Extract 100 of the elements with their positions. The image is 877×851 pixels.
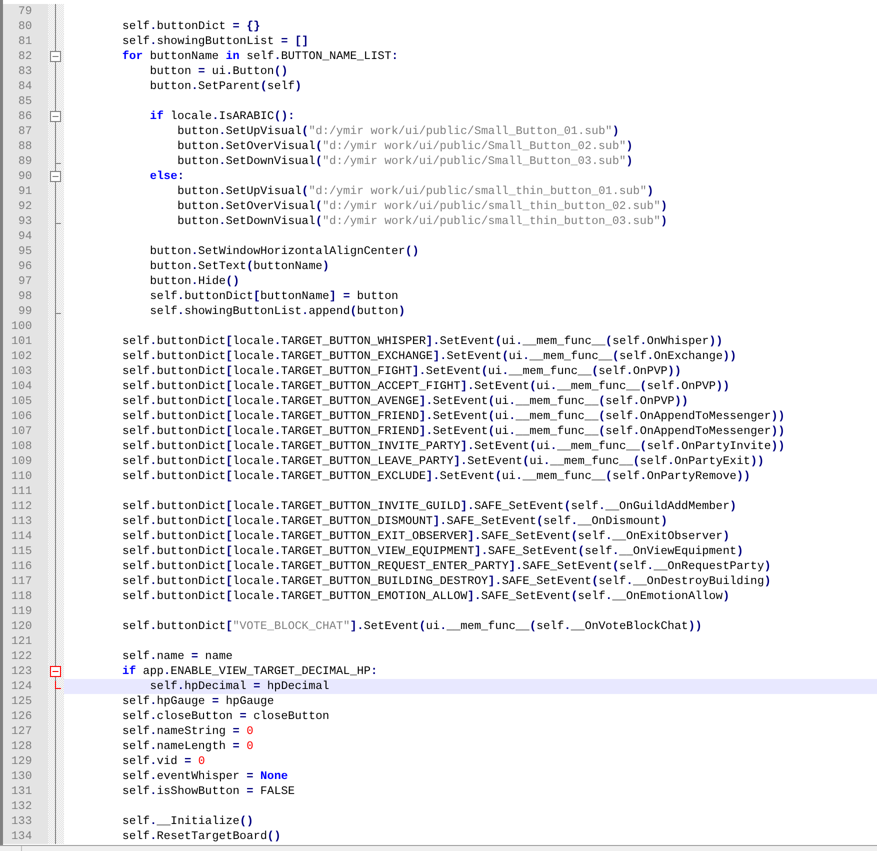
line-number: 103 — [3, 364, 48, 379]
line-number: 105 — [3, 394, 48, 409]
line-number: 91 — [3, 184, 48, 199]
line-number: 84 — [3, 79, 48, 94]
line-number: 134 — [3, 829, 48, 844]
code-line: self.showingButtonList = [] — [121, 34, 310, 49]
fold-margin — [48, 19, 64, 34]
code-line: self.buttonDict[locale.TARGET_BUTTON_EMOTION_ALLOW].SAFE_SetEvent(self.__OnEmotionAllow) — [121, 589, 731, 604]
line-number: 127 — [3, 724, 48, 739]
fold-minus-icon[interactable] — [50, 51, 61, 62]
fold-margin — [48, 469, 64, 484]
fold-margin — [48, 724, 64, 739]
fold-margin — [48, 394, 64, 409]
line-number: 111 — [3, 484, 48, 499]
line-number: 99 — [3, 304, 48, 319]
line-number: 106 — [3, 409, 48, 424]
code-line: self.buttonDict["VOTE_BLOCK_CHAT"].SetEvent(ui.__mem_func__(self.__OnVoteBlockChat)) — [121, 619, 704, 634]
line-number: 116 — [3, 559, 48, 574]
line-number: 92 — [3, 199, 48, 214]
code-line: button.SetParent(self) — [148, 79, 303, 94]
horizontal-scrollbar[interactable] — [0, 845, 877, 851]
line-number: 79 — [3, 4, 48, 19]
line-number: 93 — [3, 214, 48, 229]
code-line: button.SetUpVisual("d:/ymir work/ui/public/small_thin_button_01.sub") — [176, 184, 655, 199]
line-number: 97 — [3, 274, 48, 289]
code-line: self.nameLength = 0 — [121, 739, 254, 754]
code-line: self.buttonDict[locale.TARGET_BUTTON_DISMOUNT].SAFE_SetEvent(self.__OnDismount) — [121, 514, 668, 529]
code-line: self.isShowButton = FALSE — [121, 784, 296, 799]
code-line: if app.ENABLE_VIEW_TARGET_DECIMAL_HP: — [121, 664, 379, 679]
code-line: button.SetWindowHorizontalAlignCenter() — [148, 244, 420, 259]
fold-margin — [48, 829, 64, 844]
code-line: self.name = name — [121, 649, 234, 664]
code-line: self.buttonDict[locale.TARGET_BUTTON_BUILDING_DESTROY].SAFE_SetEvent(self.__OnDestroyBuilding) — [121, 574, 772, 589]
fold-margin — [48, 514, 64, 529]
line-number: 120 — [3, 619, 48, 634]
code-line: for buttonName in self.BUTTON_NAME_LIST: — [121, 49, 400, 64]
code-line: button.SetDownVisual("d:/ymir work/ui/public/small_thin_button_03.sub") — [176, 214, 668, 229]
code-line: self.eventWhisper = None — [121, 769, 289, 784]
code-line: self.buttonDict[locale.TARGET_BUTTON_FRIEND].SetEvent(ui.__mem_func__(self.OnAppendToMessenger)) — [121, 424, 786, 439]
line-number: 131 — [3, 784, 48, 799]
code-line: button.SetOverVisual("d:/ymir work/ui/public/Small_Button_02.sub") — [176, 139, 634, 154]
fold-margin — [48, 244, 64, 259]
code-line: button.SetOverVisual("d:/ymir work/ui/public/small_thin_button_02.sub") — [176, 199, 668, 214]
fold-margin — [48, 769, 64, 784]
code-line: self.buttonDict[locale.TARGET_BUTTON_EXCLUDE].SetEvent(ui.__mem_func__(self.OnPartyRemove)) — [121, 469, 752, 484]
line-number: 102 — [3, 349, 48, 364]
code-line: self.buttonDict[locale.TARGET_BUTTON_REQUEST_ENTER_PARTY].SAFE_SetEvent(self.__OnRequestParty) — [121, 559, 772, 574]
line-number: 98 — [3, 289, 48, 304]
fold-margin — [48, 409, 64, 424]
line-number: 104 — [3, 379, 48, 394]
fold-margin — [48, 784, 64, 799]
fold-margin — [48, 499, 64, 514]
line-number: 96 — [3, 259, 48, 274]
fold-margin — [48, 349, 64, 364]
fold-margin — [48, 529, 64, 544]
code-line: self.closeButton = closeButton — [121, 709, 330, 724]
code-line: if locale.IsARABIC(): — [148, 109, 296, 124]
line-number: 95 — [3, 244, 48, 259]
code-line: self.buttonDict[locale.TARGET_BUTTON_INVITE_GUILD].SAFE_SetEvent(self.__OnGuildAddMember) — [121, 499, 738, 514]
line-number: 107 — [3, 424, 48, 439]
line-number: 122 — [3, 649, 48, 664]
fold-margin — [48, 709, 64, 724]
code-line: self.buttonDict[locale.TARGET_BUTTON_WHISPER].SetEvent(ui.__mem_func__(self.OnWhisper)) — [121, 334, 724, 349]
fold-margin — [48, 634, 64, 649]
code-line: self.buttonDict[locale.TARGET_BUTTON_FIGHT].SetEvent(ui.__mem_func__(self.OnPVP)) — [121, 364, 682, 379]
fold-minus-icon[interactable] — [50, 666, 61, 677]
fold-margin — [48, 364, 64, 379]
line-number: 88 — [3, 139, 48, 154]
line-number: 112 — [3, 499, 48, 514]
code-line: self.hpGauge = hpGauge — [121, 694, 276, 709]
line-number: 119 — [3, 604, 48, 619]
code-line: button.Hide() — [148, 274, 241, 289]
fold-margin — [48, 619, 64, 634]
line-number: 124 — [3, 679, 48, 694]
line-number: 109 — [3, 454, 48, 469]
line-number: 132 — [3, 799, 48, 814]
line-number: 100 — [3, 319, 48, 334]
line-number: 108 — [3, 439, 48, 454]
fold-margin — [48, 589, 64, 604]
line-number: 129 — [3, 754, 48, 769]
fold-margin — [48, 574, 64, 589]
fold-margin — [48, 439, 64, 454]
fold-minus-icon[interactable] — [50, 111, 61, 122]
line-number: 130 — [3, 769, 48, 784]
code-line: self.buttonDict[locale.TARGET_BUTTON_EXIT_OBSERVER].SAFE_SetEvent(self.__OnExitObserver) — [121, 529, 731, 544]
code-line: self.showingButtonList.append(button) — [148, 304, 406, 319]
line-number: 86 — [3, 109, 48, 124]
fold-minus-icon[interactable] — [50, 171, 61, 182]
code-line: else: — [148, 169, 186, 184]
code-line: self.buttonDict[locale.TARGET_BUTTON_ACCEPT_FIGHT].SetEvent(ui.__mem_func__(self.OnPVP)) — [121, 379, 731, 394]
fold-margin — [48, 424, 64, 439]
fold-margin — [48, 739, 64, 754]
line-number: 113 — [3, 514, 48, 529]
code-line: self.buttonDict[locale.TARGET_BUTTON_VIEW_EQUIPMENT].SAFE_SetEvent(self.__OnViewEquipment) — [121, 544, 744, 559]
fold-margin — [48, 814, 64, 829]
line-number: 125 — [3, 694, 48, 709]
code-line: self.buttonDict[locale.TARGET_BUTTON_EXCHANGE].SetEvent(ui.__mem_func__(self.OnExchange)) — [121, 349, 738, 364]
code-line: self.nameString = 0 — [121, 724, 254, 739]
line-number: 94 — [3, 229, 48, 244]
fold-margin — [48, 379, 64, 394]
